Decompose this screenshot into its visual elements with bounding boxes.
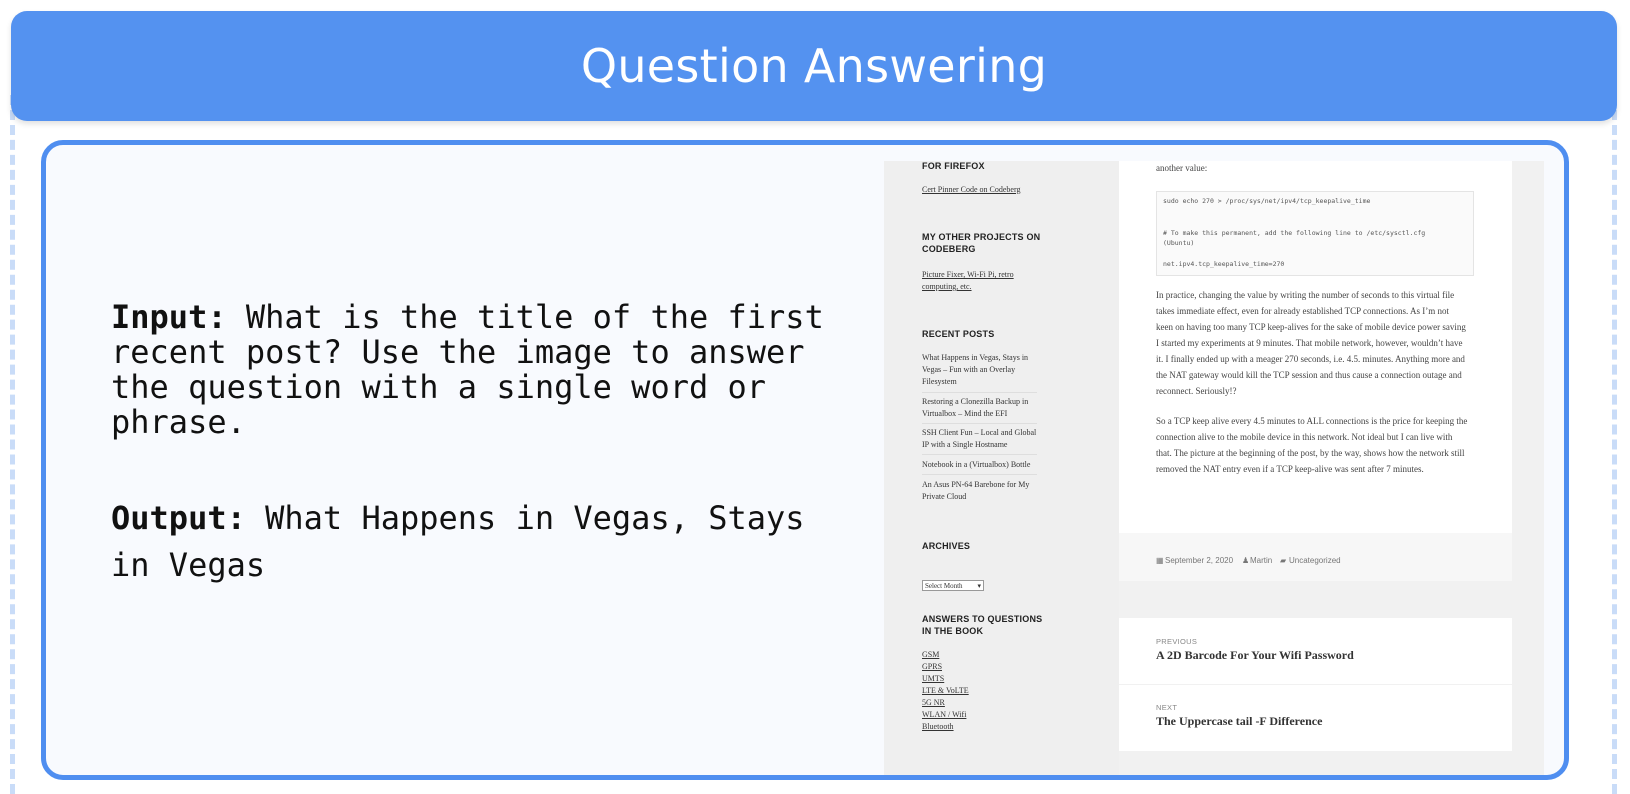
code-line-2: # To make this permanent, add the follow… bbox=[1163, 229, 1426, 237]
code-block: sudo echo 270 > /proc/sys/net/ipv4/tcp_k… bbox=[1156, 191, 1474, 276]
recent-post-5[interactable]: An Asus PN-64 Barebone for My Private Cl… bbox=[922, 479, 1037, 503]
header-banner: Question Answering bbox=[11, 11, 1617, 121]
next-label: NEXT bbox=[1156, 703, 1178, 712]
input-block: Input: What is the title of the first re… bbox=[111, 300, 831, 440]
code-line-4: net.ipv4.tcp_keepalive_time=270 bbox=[1163, 260, 1285, 268]
previous-post-link[interactable]: PREVIOUS A 2D Barcode For Your Wifi Pass… bbox=[1119, 618, 1512, 684]
recent-post-1[interactable]: What Happens in Vegas, Stays in Vegas – … bbox=[922, 352, 1037, 388]
answer-link-wlan[interactable]: WLAN / Wifi bbox=[922, 709, 966, 721]
article-intro: another value: bbox=[1156, 163, 1208, 173]
projects-link-line-1[interactable]: Picture Fixer, Wi-Fi Pi, retro bbox=[922, 269, 1047, 281]
article-body: another value: sudo echo 270 > /proc/sys… bbox=[1119, 161, 1512, 581]
answer-link-5g[interactable]: 5G NR bbox=[922, 697, 945, 709]
recent-post-divider bbox=[922, 454, 1037, 455]
answers-heading-line-2: IN THE BOOK bbox=[922, 626, 984, 636]
next-post-link[interactable]: NEXT The Uppercase tail -F Difference bbox=[1119, 685, 1512, 751]
qa-panel: Input: What is the title of the first re… bbox=[111, 300, 831, 589]
code-line-3: (Ubuntu) bbox=[1163, 239, 1195, 247]
article-paragraph-2: So a TCP keep alive every 4.5 minutes to… bbox=[1156, 416, 1468, 474]
answer-link-lte[interactable]: LTE & VoLTE bbox=[922, 685, 969, 697]
recent-post-4[interactable]: Notebook in a (Virtualbox) Bottle bbox=[922, 459, 1037, 471]
post-category[interactable]: Uncategorized bbox=[1289, 556, 1341, 565]
author-icon: ♟ bbox=[1242, 556, 1250, 565]
projects-link-line-2[interactable]: computing, etc. bbox=[922, 281, 1047, 293]
header-title: Question Answering bbox=[580, 39, 1048, 93]
calendar-icon: ▦ bbox=[1156, 556, 1164, 565]
recent-post-divider bbox=[922, 474, 1037, 475]
dashed-border-right bbox=[1612, 95, 1617, 794]
content-card: Input: What is the title of the first re… bbox=[41, 140, 1569, 780]
firefox-heading: FOR FIREFOX bbox=[922, 161, 985, 171]
recent-posts-heading: RECENT POSTS bbox=[922, 329, 995, 339]
answers-heading-line-1: ANSWERS TO QUESTIONS bbox=[922, 614, 1043, 624]
input-label: Input: bbox=[111, 298, 227, 336]
recent-post-divider bbox=[922, 392, 1037, 393]
answer-link-umts[interactable]: UMTS bbox=[922, 673, 944, 685]
output-block: Output: What Happens in Vegas, Stays in … bbox=[111, 495, 831, 589]
previous-label: PREVIOUS bbox=[1156, 637, 1198, 646]
archives-select[interactable]: Select Month ▾ bbox=[922, 580, 984, 591]
projects-heading-line-1: MY OTHER PROJECTS ON bbox=[922, 232, 1041, 242]
output-label: Output: bbox=[111, 499, 246, 537]
recent-post-divider bbox=[922, 423, 1037, 424]
archives-heading: ARCHIVES bbox=[922, 541, 971, 551]
answer-link-gsm[interactable]: GSM bbox=[922, 649, 939, 661]
post-author[interactable]: Martin bbox=[1250, 556, 1272, 565]
recent-post-3[interactable]: SSH Client Fun – Local and Global IP wit… bbox=[922, 427, 1037, 451]
chevron-down-icon: ▾ bbox=[977, 582, 981, 590]
post-date[interactable]: September 2, 2020 bbox=[1165, 556, 1233, 565]
answer-link-bluetooth[interactable]: Bluetooth bbox=[922, 721, 954, 733]
dashed-border-left bbox=[10, 95, 15, 794]
folder-icon: ▰ bbox=[1280, 556, 1287, 565]
post-meta-bar: ▦ September 2, 2020 ♟ Martin ▰ Uncategor… bbox=[1119, 533, 1512, 581]
previous-title: A 2D Barcode For Your Wifi Password bbox=[1156, 648, 1354, 662]
article-paragraph-1: In practice, changing the value by writi… bbox=[1156, 290, 1466, 396]
recent-post-2[interactable]: Restoring a Clonezilla Backup in Virtual… bbox=[922, 396, 1037, 420]
main-column: another value: sudo echo 270 > /proc/sys… bbox=[1119, 161, 1544, 775]
sidebar: FOR FIREFOX Cert Pinner Code on Codeberg… bbox=[884, 161, 1119, 775]
code-line-1: sudo echo 270 > /proc/sys/net/ipv4/tcp_k… bbox=[1163, 197, 1371, 205]
cert-pinner-link[interactable]: Cert Pinner Code on Codeberg bbox=[922, 184, 1047, 196]
answer-link-gprs[interactable]: GPRS bbox=[922, 661, 942, 673]
projects-heading-line-2: CODEBERG bbox=[922, 244, 976, 254]
archives-select-value: Select Month bbox=[925, 582, 963, 590]
webpage-screenshot: FOR FIREFOX Cert Pinner Code on Codeberg… bbox=[884, 161, 1544, 775]
next-title: The Uppercase tail -F Difference bbox=[1156, 714, 1323, 728]
